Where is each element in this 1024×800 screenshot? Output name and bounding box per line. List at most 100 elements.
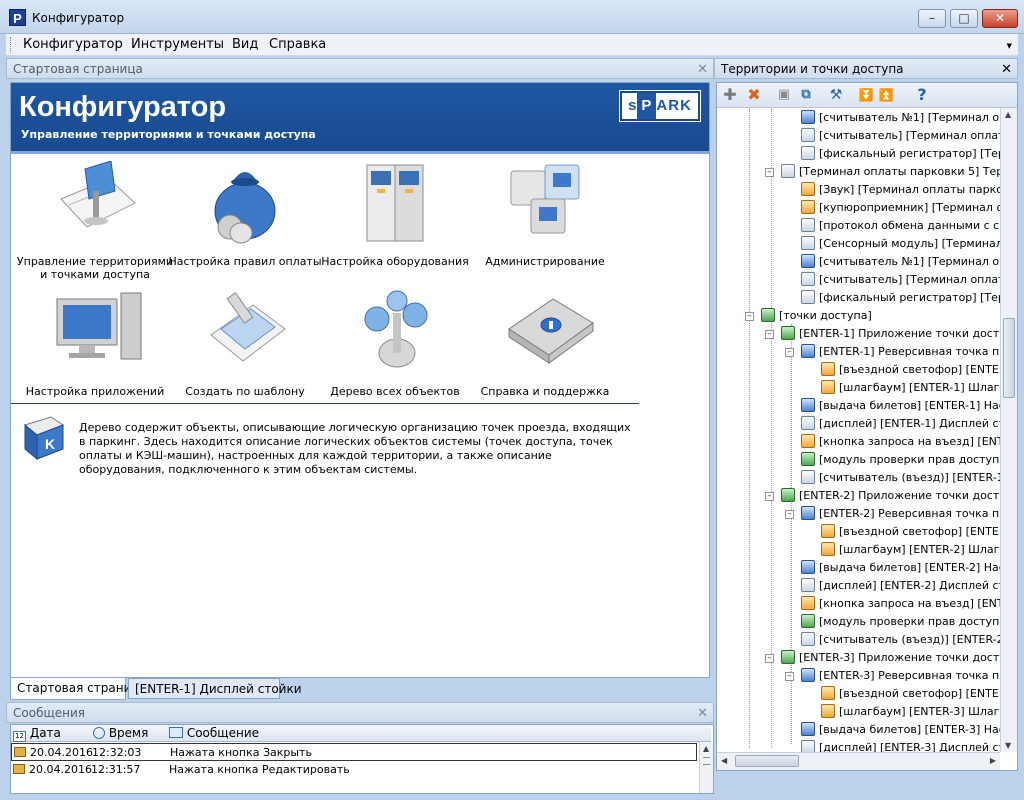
tree-node-barrier[interactable]: [шлагбаум] [ENTER-1] Шлагба <box>821 379 1000 397</box>
menu-overflow-icon[interactable]: ▼ <box>1007 42 1012 50</box>
fiscal-registrar-icon <box>801 146 815 160</box>
tree-vertical-scrollbar[interactable]: ▲ ▼ <box>1000 108 1017 752</box>
tree-node-reader[interactable]: [считыватель] [Терминал оплаты <box>801 127 1000 145</box>
tree-node-reversible-point[interactable]: [ENTER-3] Реверсивная точка про <box>801 667 1000 685</box>
delete-icon[interactable]: ✖ <box>745 86 763 104</box>
tree-node-label: [въездной светофор] [ENTER- <box>839 687 1000 700</box>
tree-node-entry-reader[interactable]: [считыватель (въезд)] [ENTER-1] С <box>801 469 1000 487</box>
tree-node-label: [выдача билетов] [ENTER-3] Настр <box>819 723 1000 736</box>
tree-node-barrier[interactable]: [шлагбаум] [ENTER-2] Шлагба <box>821 541 1000 559</box>
messages-close-icon[interactable]: ✕ <box>697 703 708 724</box>
tree-node-access-points-folder[interactable]: [точки доступа] <box>761 307 872 325</box>
menu-view[interactable]: Вид <box>230 36 260 53</box>
tree-node-entry-request-button[interactable]: [кнопка запроса на въезд] [ENTE <box>801 433 1000 451</box>
tree-hscroll-thumb[interactable] <box>735 755 799 767</box>
tree-node-reader[interactable]: [считыватель] [Терминал оплаты <box>801 271 1000 289</box>
tree-node-reversible-point[interactable]: [ENTER-1] Реверсивная точка про <box>801 343 1000 361</box>
tree-node-entry-traffic-light[interactable]: [въездной светофор] [ENTER- <box>821 523 1000 541</box>
tree-collapse-toggle[interactable]: – <box>785 510 794 519</box>
tree-node-access-point-app[interactable]: [ENTER-3] Приложение точки доступа <box>781 649 1000 667</box>
tree-view[interactable]: [считыватель №1] [Терминал опла [считыват… <box>717 108 1000 752</box>
tree-node-label: [ENTER-1] Приложение точки доступа <box>799 327 1000 340</box>
tree-node-barrier[interactable]: [шлагбаум] [ENTER-3] Шлагба <box>821 703 1000 721</box>
message-row[interactable]: 20.04.2016 12:31:57 Нажата кнопка Редакт… <box>11 761 697 779</box>
menu-configurator[interactable]: Конфигуратор <box>21 36 125 53</box>
collapse-all-icon[interactable]: ⏫ <box>877 86 895 104</box>
tree-node-fiscal-registrar[interactable]: [фискальный регистратор] [Терми <box>801 289 1000 307</box>
tile-territories-label: Управление территориями и точками доступ… <box>16 255 174 281</box>
tree-node-access-point-app[interactable]: [ENTER-1] Приложение точки доступа <box>781 325 1000 343</box>
tree-node-entry-traffic-light[interactable]: [въездной светофор] [ENTER- <box>821 685 1000 703</box>
paste-icon[interactable]: ⧉ <box>797 86 815 104</box>
tab-start-page[interactable]: Стартовая страница <box>10 678 147 700</box>
tree-collapse-toggle[interactable]: – <box>765 330 774 339</box>
tree-node-display[interactable]: [дисплей] [ENTER-3] Дисплей сто <box>801 739 1000 752</box>
messages-scrollbar[interactable]: ▲ <box>699 742 713 793</box>
tree-node-sound[interactable]: [Звук] [Терминал оплаты парковк <box>801 181 1000 199</box>
col-time[interactable]: Время <box>93 726 148 740</box>
tree-node-entry-reader[interactable]: [считыватель (въезд)] [ENTER-2] С <box>801 631 1000 649</box>
tree-node-reader[interactable]: [считыватель №1] [Терминал опла <box>801 253 1000 271</box>
tile-equipment[interactable]: Настройка оборудования <box>315 161 475 283</box>
banner-title: Конфигуратор <box>19 91 227 123</box>
tab-enter1-display[interactable]: [ENTER-1] Дисплей стойки <box>128 678 302 699</box>
tree-node-ticket-dispenser[interactable]: [выдача билетов] [ENTER-3] Настр <box>801 721 1000 739</box>
message-row[interactable]: 20.04.2016 12:32:03 Нажата кнопка Закрыт… <box>11 743 697 761</box>
tree-node-payment-terminal[interactable]: [Терминал оплаты парковки 5] Терми <box>781 163 1000 181</box>
tile-territories[interactable]: Управление территориями и точками доступ… <box>15 161 175 283</box>
tile-applications[interactable]: Настройка приложений <box>15 289 175 411</box>
tree-node-protocol[interactable]: [протокол обмена данными с серв <box>801 217 1000 235</box>
maximize-button[interactable]: □ <box>950 9 978 28</box>
help-icon[interactable]: ? <box>913 86 931 104</box>
tree-node-label: [фискальный регистратор] [Терми <box>819 291 1000 304</box>
tree-node-display[interactable]: [дисплей] [ENTER-1] Дисплей сто <box>801 415 1000 433</box>
tree-node-reader[interactable]: [считыватель №1] [Терминал опла <box>801 109 1000 127</box>
help-book-icon <box>508 298 594 364</box>
tree-node-fiscal-registrar[interactable]: [фискальный регистратор] [Терми <box>801 145 1000 163</box>
tree-node-access-check-module[interactable]: [модуль проверки прав доступа] [ <box>801 451 1000 469</box>
svg-text:K: K <box>45 436 55 452</box>
tile-object-tree[interactable]: Дерево всех объектов <box>315 289 475 411</box>
tile-administration[interactable]: Администрирование <box>465 161 625 283</box>
tree-vscroll-thumb[interactable] <box>1003 318 1015 398</box>
tree-node-label: [Звук] [Терминал оплаты парковк <box>819 183 1000 196</box>
tree-node-ticket-dispenser[interactable]: [выдача билетов] [ENTER-1] Настр <box>801 397 1000 415</box>
entry-traffic-light-icon <box>821 362 835 376</box>
tree-collapse-toggle[interactable]: – <box>765 654 774 663</box>
tree-node-entry-traffic-light[interactable]: [въездной светофор] [ENTER- <box>821 361 1000 379</box>
minimize-button[interactable]: – <box>918 9 946 28</box>
copy-icon[interactable]: ▣ <box>775 86 793 104</box>
menu-help[interactable]: Справка <box>267 36 328 53</box>
menu-tools[interactable]: Инструменты <box>129 36 226 53</box>
tree-node-display[interactable]: [дисплей] [ENTER-2] Дисплей сто <box>801 577 1000 595</box>
tree-collapse-toggle[interactable]: – <box>785 672 794 681</box>
entry-traffic-light-icon <box>821 524 835 538</box>
tree-node-sensor-module[interactable]: [Сенсорный модуль] [Терминал оп <box>801 235 1000 253</box>
tree-collapse-toggle[interactable]: – <box>765 492 774 501</box>
tile-template[interactable]: Создать по шаблону <box>165 289 325 411</box>
tile-help-support[interactable]: Справка и поддержка <box>465 289 625 411</box>
tree-panel-close-icon[interactable]: ✕ <box>1001 59 1012 80</box>
tree-collapse-toggle[interactable]: – <box>785 348 794 357</box>
tree-horizontal-scrollbar[interactable]: ◀ ▶ <box>717 752 1000 770</box>
tree-node-reversible-point[interactable]: [ENTER-2] Реверсивная точка про <box>801 505 1000 523</box>
tree-panel-header: Территории и точки доступа ✕ <box>714 58 1018 79</box>
expand-all-icon[interactable]: ⏬ <box>857 86 875 104</box>
tree-node-access-point-app[interactable]: [ENTER-2] Приложение точки доступа <box>781 487 1000 505</box>
tree-collapse-toggle[interactable]: – <box>765 168 774 177</box>
settings-wrench-icon[interactable]: ⚒ <box>827 86 845 104</box>
tree-node-ticket-dispenser[interactable]: [выдача билетов] [ENTER-2] Настр <box>801 559 1000 577</box>
tree-collapse-toggle[interactable]: – <box>745 312 754 321</box>
tree-node-access-check-module[interactable]: [модуль проверки прав доступа] [ <box>801 613 1000 631</box>
start-page-close-icon[interactable]: ✕ <box>697 59 708 80</box>
entry-reader-icon <box>801 470 815 484</box>
app-logo-icon[interactable]: P <box>9 9 26 26</box>
col-date[interactable]: 12 Дата <box>13 726 61 742</box>
close-window-button[interactable]: ✕ <box>982 9 1018 28</box>
menu-grip[interactable] <box>10 37 13 53</box>
col-message[interactable]: Сообщение <box>169 726 259 740</box>
add-icon[interactable]: ✚ <box>721 86 739 104</box>
tree-node-entry-request-button[interactable]: [кнопка запроса на въезд] [ENTE <box>801 595 1000 613</box>
tile-payment-rules[interactable]: Настройка правил оплаты <box>165 161 325 283</box>
tree-node-bill-acceptor[interactable]: [купюроприемник] [Терминал опла <box>801 199 1000 217</box>
